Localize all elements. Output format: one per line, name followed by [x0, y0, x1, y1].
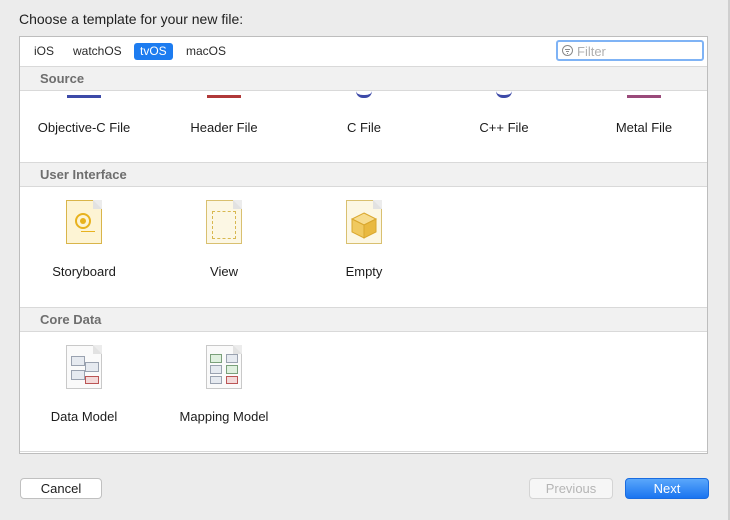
platform-tab-bar: iOS watchOS tvOS macOS [20, 37, 707, 67]
template-metal-file[interactable]: Metal File [574, 91, 707, 161]
tab-watchos[interactable]: watchOS [67, 43, 128, 60]
empty-cube-icon [346, 200, 382, 244]
storyboard-icon [66, 200, 102, 244]
template-view[interactable]: View [154, 200, 294, 282]
template-header-file[interactable]: Header File [154, 91, 294, 161]
mapping-model-icon [206, 345, 242, 389]
template-empty[interactable]: Empty [294, 200, 434, 282]
template-label: Storyboard [52, 264, 116, 279]
cancel-button[interactable]: Cancel [20, 478, 102, 499]
template-cpp-file[interactable]: C++ File [434, 91, 574, 161]
template-c-file[interactable]: C File [294, 91, 434, 161]
template-panel: iOS watchOS tvOS macOS Source Objective-… [19, 36, 708, 454]
template-label: Metal File [615, 120, 673, 135]
objc-file-icon [67, 91, 101, 98]
template-label: Data Model [50, 409, 118, 424]
data-model-icon [66, 345, 102, 389]
template-label: Objective-C File [37, 120, 131, 135]
template-mapping-model[interactable]: Mapping Model [154, 345, 294, 427]
c-file-icon [356, 91, 372, 98]
dialog-title: Choose a template for your new file: [19, 11, 244, 27]
previous-button[interactable]: Previous [529, 478, 613, 499]
section-title: Source [40, 71, 85, 86]
section-title: User Interface [40, 167, 127, 182]
template-label: Empty [345, 264, 383, 279]
template-label: Header File [190, 120, 258, 135]
template-label: C File [347, 120, 381, 135]
metal-file-icon [627, 91, 661, 98]
filter-input[interactable] [577, 43, 697, 59]
section-header-user-interface: User Interface [20, 162, 707, 187]
section-header-source: Source [20, 66, 707, 91]
header-file-icon [207, 91, 241, 98]
template-label: C++ File [479, 120, 529, 135]
tab-macos[interactable]: macOS [180, 43, 232, 60]
tab-tvos[interactable]: tvOS [134, 43, 173, 60]
template-storyboard[interactable]: Storyboard [20, 200, 154, 282]
filter-icon [562, 45, 573, 56]
section-header-core-data: Core Data [20, 307, 707, 332]
filter-field[interactable] [556, 40, 704, 61]
template-label: View [210, 264, 238, 279]
template-objective-c-file[interactable]: Objective-C File [20, 91, 154, 161]
tab-ios[interactable]: iOS [28, 43, 60, 60]
template-label: Mapping Model [179, 409, 269, 424]
bottom-divider [20, 451, 707, 452]
cpp-file-icon [496, 91, 512, 98]
next-button[interactable]: Next [625, 478, 709, 499]
template-data-model[interactable]: Data Model [20, 345, 154, 427]
section-title: Core Data [40, 312, 102, 327]
view-icon [206, 200, 242, 244]
